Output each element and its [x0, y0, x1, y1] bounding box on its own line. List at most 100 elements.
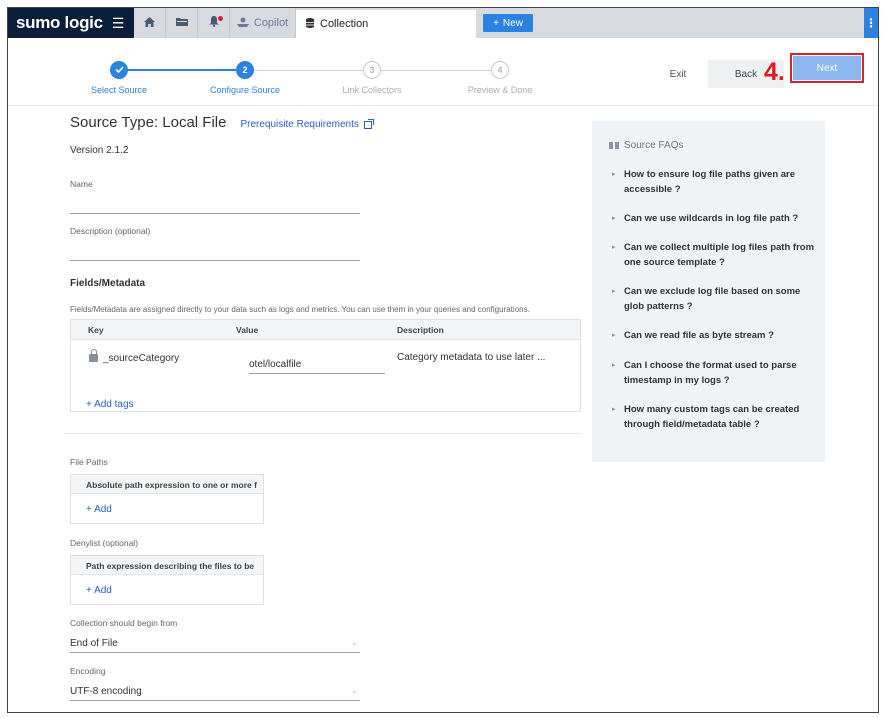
database-icon — [306, 17, 314, 31]
step-2-circle: 2 — [236, 61, 254, 79]
step-4-circle: 4 — [491, 61, 509, 79]
caret-right-icon: ▸ — [612, 171, 616, 178]
caret-right-icon: ▸ — [612, 244, 616, 251]
tab-collection[interactable]: Collection — [296, 10, 476, 39]
file-paths-box: Absolute path expression to one or more … — [70, 474, 264, 524]
plus-icon: + — [493, 17, 499, 29]
library-button[interactable] — [166, 8, 198, 38]
file-paths-header: Absolute path expression to one or more … — [71, 475, 263, 494]
collection-begin-label: Collection should begin from — [70, 618, 178, 628]
step-1-label[interactable]: Select Source — [69, 85, 169, 95]
prerequisite-link-label: Prerequisite Requirements — [240, 119, 359, 130]
add-denylist-link[interactable]: + Add — [86, 585, 112, 596]
metadata-key: _sourceCategory — [103, 353, 180, 364]
next-button[interactable]: Next — [793, 56, 861, 80]
version-text: Version 2.1.2 — [70, 145, 129, 156]
tab-copilot[interactable]: Copilot — [230, 8, 296, 38]
add-tags-link[interactable]: + Add tags — [86, 399, 134, 410]
brand-name: sumo logic — [16, 13, 103, 32]
add-file-path-link[interactable]: + Add — [86, 504, 112, 515]
wizard-stepper: Select Source 2 Configure Source 3 Link … — [8, 38, 878, 106]
faq-item[interactable]: ▸ How many custom tags can be created th… — [609, 402, 815, 432]
description-input[interactable] — [70, 241, 360, 261]
top-bar: sumo logic ☰ Copilot Collection + New ⋮ — [8, 8, 878, 39]
denylist-label: Denylist (optional) — [70, 538, 139, 548]
faq-item-text: How many custom tags can be created thro… — [624, 404, 800, 430]
step-1-circle — [110, 61, 128, 79]
encoding-value: UTF-8 encoding — [70, 686, 142, 697]
value-column-header: Value — [236, 325, 259, 335]
faq-item[interactable]: ▸ Can we read file as byte stream ? — [609, 328, 815, 343]
check-icon — [114, 65, 124, 75]
folder-icon — [175, 17, 188, 29]
file-paths-label: File Paths — [70, 457, 108, 467]
caret-right-icon: ▸ — [612, 406, 616, 413]
notification-dot — [218, 16, 223, 21]
faq-item[interactable]: ▸ Can we use wildcards in log file path … — [609, 211, 815, 226]
brand-logo[interactable]: sumo logic ☰ — [8, 8, 134, 38]
tab-collection-label: Collection — [320, 18, 369, 30]
denylist-box: Path expression describing the files to … — [70, 555, 264, 605]
lock-icon — [89, 349, 98, 362]
encoding-label: Encoding — [70, 666, 106, 676]
more-options-icon[interactable]: ⋮ — [864, 8, 878, 38]
external-link-icon — [363, 118, 374, 129]
description-label: Description (optional) — [70, 226, 151, 236]
name-input[interactable] — [70, 194, 360, 214]
step-3-circle: 3 — [363, 61, 381, 79]
faq-item[interactable]: ▸ How to ensure log file paths given are… — [609, 167, 815, 197]
metadata-value-input[interactable] — [249, 352, 385, 374]
step-connector-3 — [372, 70, 491, 71]
home-button[interactable] — [134, 8, 166, 38]
chevron-down-icon: ⌄ — [351, 686, 358, 695]
caret-right-icon: ▸ — [612, 332, 616, 339]
description-column-header: Description — [397, 325, 444, 335]
faq-item-text: Can we read file as byte stream ? — [624, 330, 774, 341]
bell-icon — [208, 16, 219, 30]
alerts-button[interactable] — [198, 8, 230, 38]
faq-item-text: How to ensure log file paths given are a… — [624, 169, 796, 195]
caret-right-icon: ▸ — [612, 362, 616, 369]
metadata-description: Category metadata to use later ... — [397, 352, 546, 363]
caret-right-icon: ▸ — [612, 288, 616, 295]
faq-item-text: Can we exclude log file based on some gl… — [624, 286, 801, 312]
faq-title: Source FAQs — [609, 140, 683, 151]
faq-title-text: Source FAQs — [624, 140, 684, 151]
copilot-icon — [236, 17, 249, 30]
step-annotation: 4. — [764, 58, 785, 86]
page-title: Source Type: Local File — [70, 114, 227, 131]
collection-begin-select[interactable]: End of File ⌄ — [70, 635, 360, 653]
step-4-label: Preview & Done — [467, 85, 533, 95]
prerequisite-link[interactable]: Prerequisite Requirements — [240, 118, 374, 130]
caret-right-icon: ▸ — [612, 215, 616, 222]
encoding-select[interactable]: UTF-8 encoding ⌄ — [70, 683, 360, 701]
name-label: Name — [70, 179, 93, 189]
book-icon — [609, 142, 619, 149]
denylist-header: Path expression describing the files to … — [71, 556, 263, 575]
exit-button[interactable]: Exit — [658, 60, 698, 88]
hamburger-menu-icon[interactable]: ☰ — [112, 15, 125, 32]
collection-begin-value: End of File — [70, 638, 118, 649]
faq-item[interactable]: ▸ Can we collect multiple log files path… — [609, 240, 815, 270]
step-connector-2 — [245, 70, 363, 71]
key-column-header: Key — [88, 325, 104, 335]
table-header: Key Value Description — [71, 320, 580, 340]
step-2-label: Configure Source — [209, 85, 281, 95]
faq-item[interactable]: ▸ Can I choose the format used to parse … — [609, 358, 815, 388]
fields-metadata-title: Fields/Metadata — [70, 278, 146, 289]
tab-copilot-label: Copilot — [253, 17, 289, 29]
home-icon — [144, 16, 155, 30]
faq-item-text: Can we collect multiple log files path f… — [624, 242, 815, 268]
chevron-down-icon: ⌄ — [351, 638, 358, 647]
faq-item-text: Can we use wildcards in log file path ? — [624, 213, 799, 224]
new-tab-button[interactable]: + New — [483, 14, 533, 32]
app-window: sumo logic ☰ Copilot Collection + New ⋮ … — [7, 7, 879, 713]
new-tab-label: New — [502, 17, 523, 29]
faq-item[interactable]: ▸ Can we exclude log file based on some … — [609, 284, 815, 314]
source-header: Source Type: Local File Prerequisite Req… — [70, 114, 374, 131]
step-3-label: Link Collectors — [342, 85, 402, 95]
faq-item-text: Can I choose the format used to parse ti… — [624, 360, 797, 386]
section-divider — [64, 433, 581, 434]
fields-metadata-note: Fields/Metadata are assigned directly to… — [70, 305, 530, 314]
step-connector-1 — [119, 69, 236, 71]
